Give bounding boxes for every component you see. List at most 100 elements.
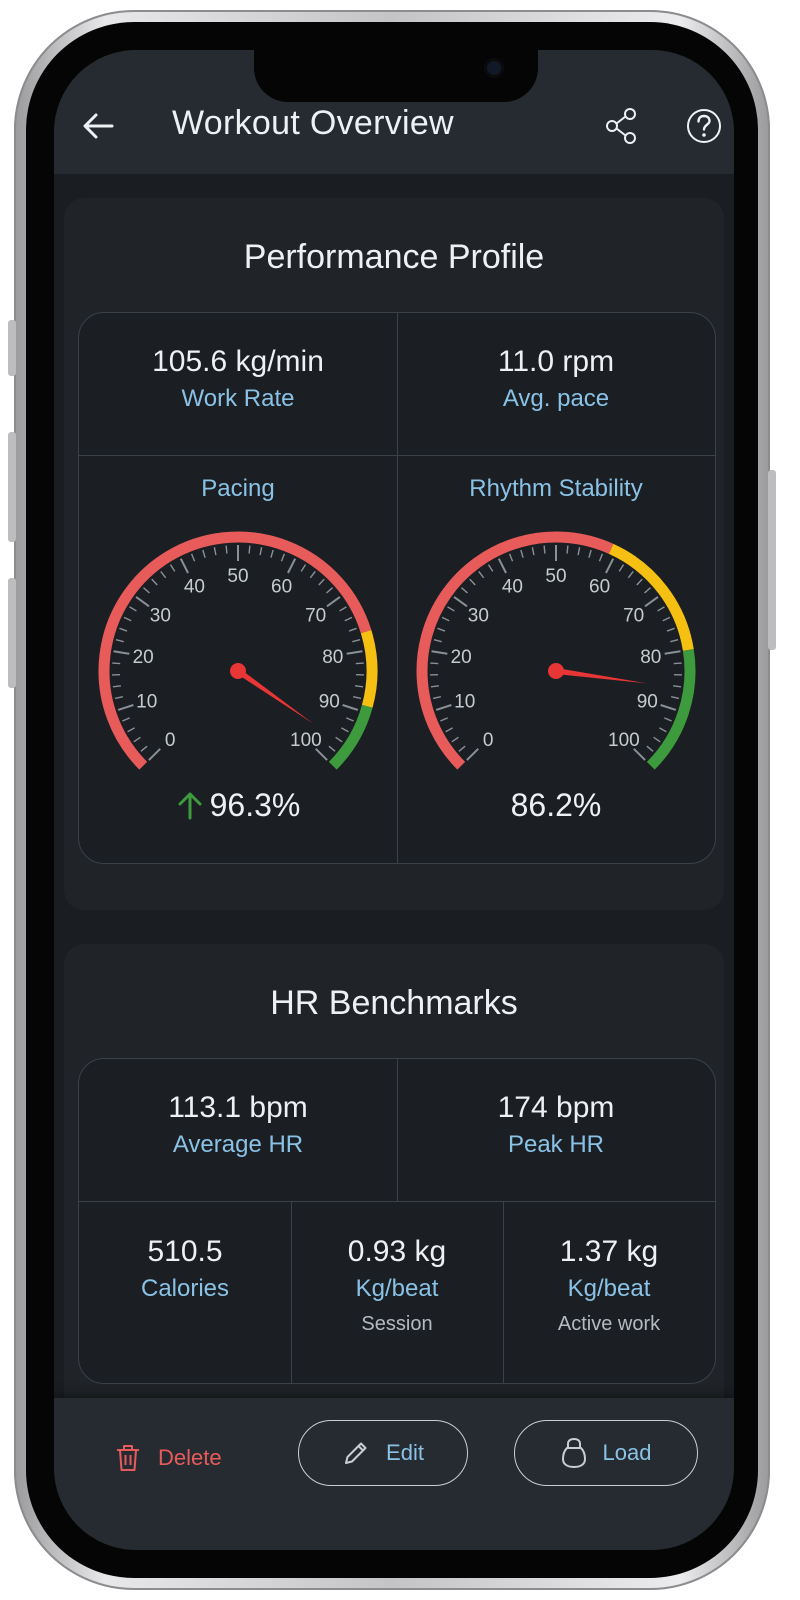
gauge-minor-tick <box>657 606 665 612</box>
gauge-major-tick <box>179 558 189 574</box>
gauge-zone-arc <box>328 704 373 770</box>
calories-label: Calories <box>140 1275 230 1302</box>
kg-session-sub: Session <box>361 1313 433 1335</box>
gauge-major-tick <box>431 650 448 655</box>
gauge-tick-label: 30 <box>150 606 171 627</box>
gauge-major-tick <box>287 558 297 574</box>
load-button[interactable]: Load <box>514 1420 698 1486</box>
gauge-minor-tick <box>202 549 206 558</box>
gauge-tick-label: 10 <box>454 692 475 713</box>
gauge-minor-tick <box>577 547 581 556</box>
gauge-major-tick <box>113 650 130 655</box>
performance-title: Performance Profile <box>243 238 545 276</box>
pacing-title: Pacing <box>201 475 275 502</box>
gauge-minor-tick <box>430 685 440 688</box>
kg-per-beat-active-cell: 1.37 kg Kg/beat Active work <box>503 1235 715 1336</box>
rhythm-gauge: 0 10 20 30 40 50 60 70 80 90 100 <box>416 531 696 770</box>
back-arrow-icon[interactable] <box>78 106 118 146</box>
kg-per-beat-session-cell: 0.93 kg Kg/beat Session <box>291 1235 503 1336</box>
gauge-minor-tick <box>122 717 130 722</box>
gauge-tick-label: 50 <box>227 566 248 587</box>
gauge-minor-tick <box>352 638 361 643</box>
rhythm-value-row: 86.2% <box>397 787 715 824</box>
pacing-value: 96.3% <box>209 787 301 823</box>
gauge-minor-tick <box>129 606 137 612</box>
gauge-minor-tick <box>259 547 263 556</box>
up-arrow-icon <box>178 792 202 820</box>
share-icon[interactable] <box>602 106 642 146</box>
gauge-major-tick <box>660 704 677 711</box>
gauge-tick-label: 100 <box>608 730 640 751</box>
gauge-major-tick <box>497 558 507 574</box>
hr-card: HR Benchmarks 113.1 bpm Average HR 174 b… <box>64 944 724 1464</box>
pacing-value-row: 96.3% <box>79 787 397 824</box>
gauge-minor-tick <box>478 571 485 579</box>
gauge-minor-tick <box>451 736 459 743</box>
gauge-minor-tick <box>339 606 347 612</box>
kg-active-value: 1.37 kg <box>559 1235 659 1268</box>
gauge-minor-tick <box>636 578 643 586</box>
average-hr-cell: 113.1 bpm Average HR <box>79 1091 397 1159</box>
hr-grid: 113.1 bpm Average HR 174 bpm Peak HR 510… <box>78 1058 716 1384</box>
gauge-tick-label: 60 <box>271 576 292 597</box>
gauge-minor-tick <box>326 587 333 594</box>
bottom-action-bar: Delete Edit Load <box>54 1398 734 1550</box>
gauge-minor-tick <box>119 627 128 632</box>
gauge-minor-tick <box>115 638 124 643</box>
pencil-icon <box>345 1442 367 1464</box>
gauge-minor-tick <box>300 564 307 572</box>
side-button-power <box>768 470 776 650</box>
help-icon[interactable] <box>684 106 724 146</box>
gauge-minor-tick <box>646 745 654 752</box>
gauge-tick-label: 0 <box>165 730 176 751</box>
gauge-minor-tick <box>270 549 274 558</box>
gauge-tick-label: 70 <box>623 606 644 627</box>
gauge-minor-tick <box>140 745 148 752</box>
gauge-minor-tick <box>114 696 123 700</box>
gauge-minor-tick <box>335 736 343 743</box>
gauge-minor-tick <box>151 578 158 586</box>
work-rate-cell: 105.6 kg/min Work Rate <box>79 345 397 413</box>
gauge-minor-tick <box>143 587 150 594</box>
gauge-minor-tick <box>437 627 446 632</box>
kg-active-sub: Active work <box>557 1313 661 1335</box>
app-screen: Workout Overview Performance Profile 105… <box>54 50 734 1550</box>
gauge-minor-tick <box>346 717 354 722</box>
gauge-major-tick <box>466 748 479 761</box>
gauge-minor-tick <box>469 578 476 586</box>
gauge-major-tick <box>664 650 681 655</box>
gauge-minor-tick <box>112 662 121 665</box>
edit-label: Edit <box>386 1440 424 1465</box>
gauge-major-tick <box>644 596 659 608</box>
gauge-tick-label: 20 <box>451 647 472 668</box>
gauge-minor-tick <box>644 587 651 594</box>
delete-button[interactable]: Delete <box>114 1430 222 1486</box>
gauge-major-tick <box>435 704 452 711</box>
gauge-tick-label: 20 <box>133 647 154 668</box>
avg-pace-cell: 11.0 rpm Avg. pace <box>397 345 715 413</box>
avg-pace-value: 11.0 rpm <box>497 345 615 378</box>
side-button-mute <box>8 320 16 376</box>
gauge-minor-tick <box>618 564 625 572</box>
gauge-minor-tick <box>433 638 442 643</box>
pacing-gauge: 0 10 20 30 40 50 60 70 80 90 100 <box>98 531 378 770</box>
gauge-needle <box>555 668 648 684</box>
gauge-major-tick <box>326 596 341 608</box>
delete-label: Delete <box>158 1445 222 1470</box>
gauge-minor-tick <box>672 685 682 688</box>
kg-session-value: 0.93 kg <box>347 1235 447 1268</box>
avg-pace-label: Avg. pace <box>502 385 610 412</box>
gauge-minor-tick <box>430 662 439 665</box>
gauge-tick-label: 50 <box>545 566 566 587</box>
trash-icon <box>117 1445 139 1471</box>
gauge-minor-tick <box>225 545 228 554</box>
gauge-minor-tick <box>653 736 661 743</box>
gauge-minor-tick <box>445 727 453 733</box>
gauge-zone-arc <box>360 629 378 708</box>
gauge-minor-tick <box>458 745 466 752</box>
gauge-minor-tick <box>353 696 362 700</box>
edit-button[interactable]: Edit <box>298 1420 468 1486</box>
gauge-minor-tick <box>123 616 132 622</box>
gauge-minor-tick <box>673 662 682 665</box>
gauge-needle-hub <box>548 663 564 679</box>
